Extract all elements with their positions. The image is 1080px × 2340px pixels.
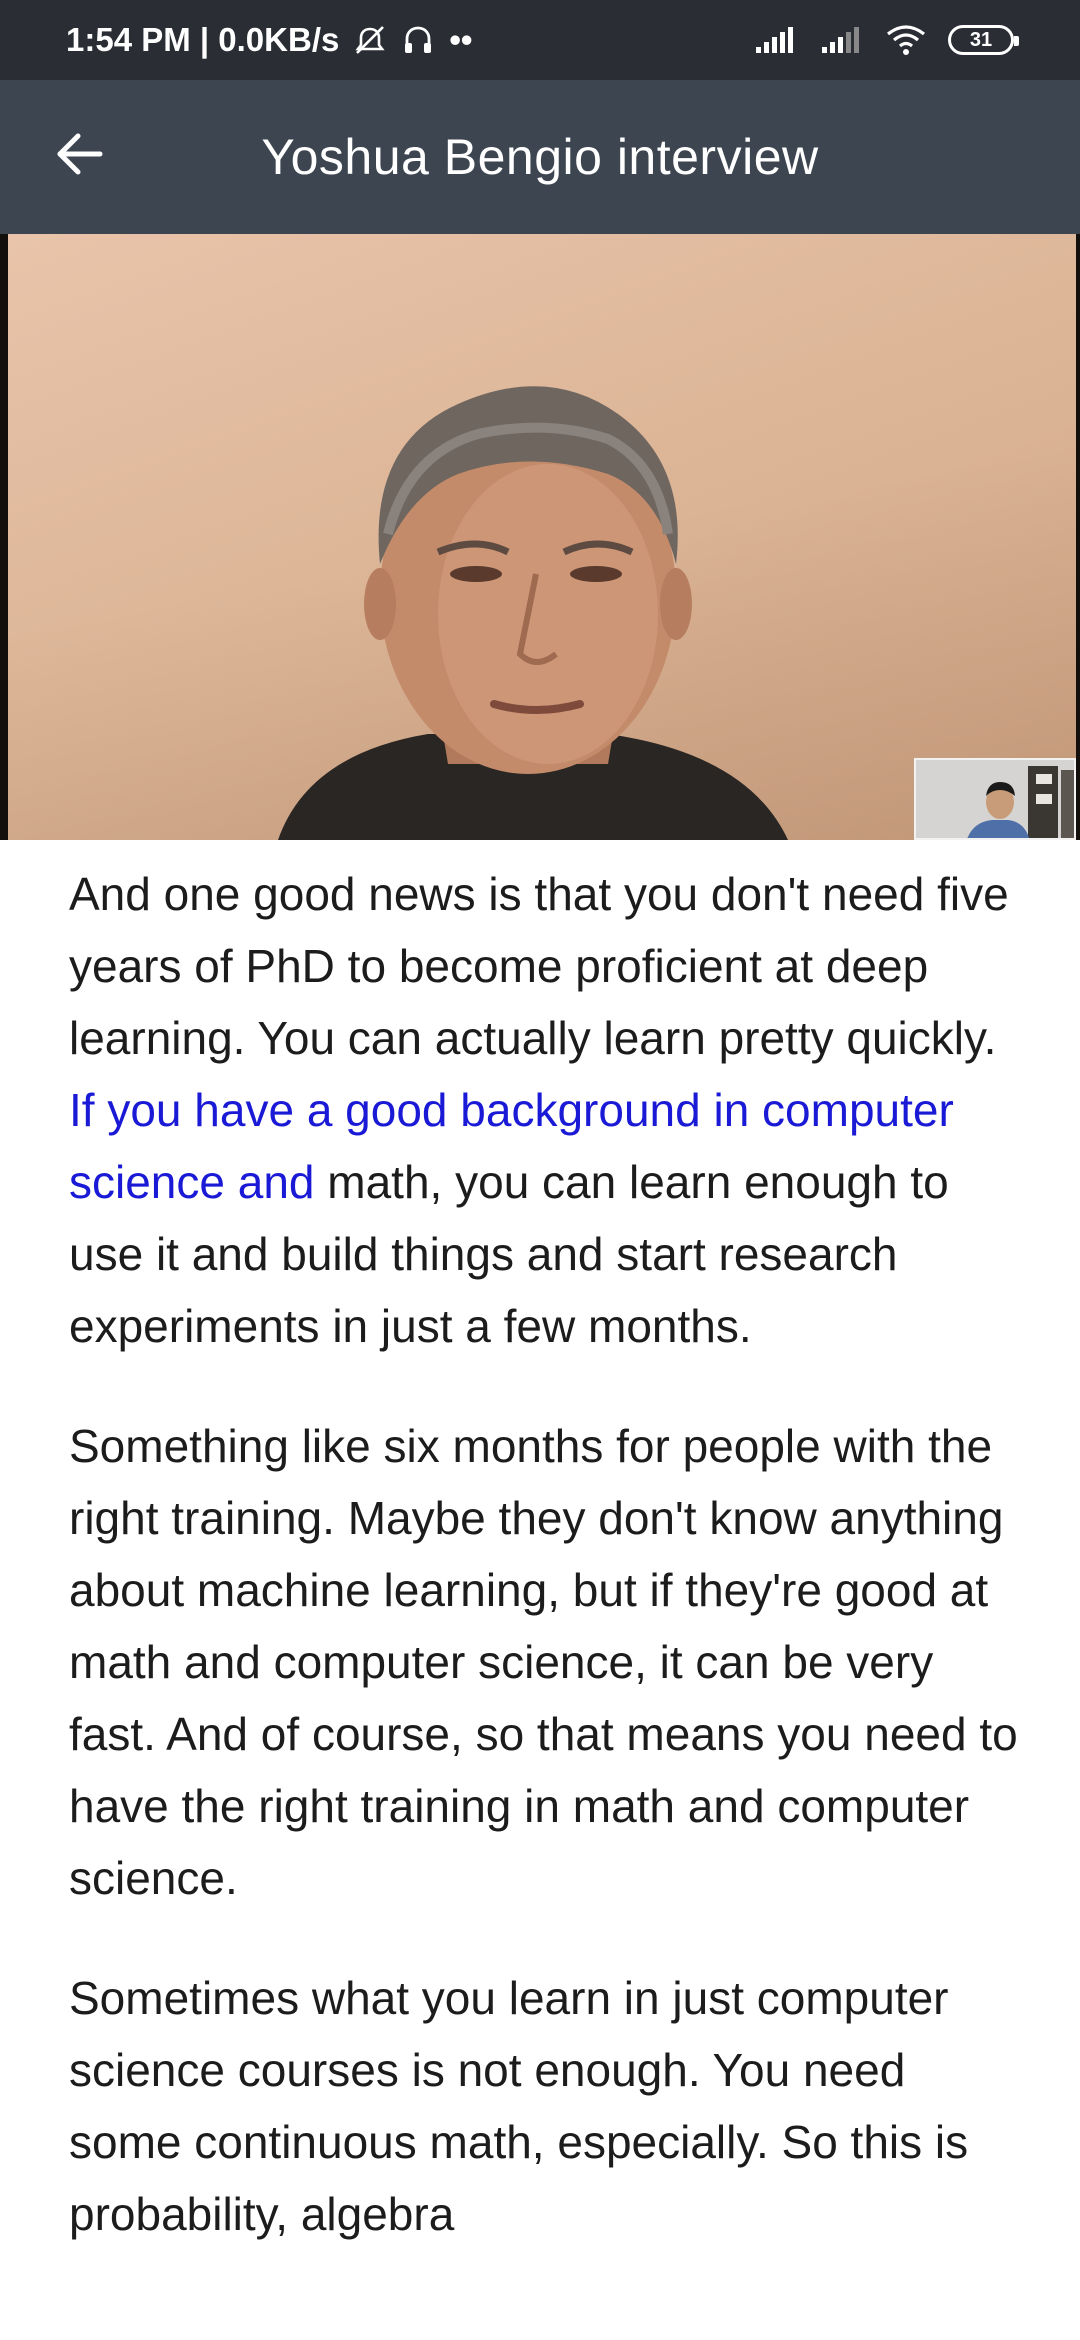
- status-dots: ••: [449, 21, 473, 58]
- signal-icon: [754, 25, 798, 55]
- status-left: 1:54 PM | 0.0KB/s ••: [66, 21, 472, 59]
- speaker-video: [278, 386, 788, 840]
- video-feed: [8, 234, 1076, 840]
- battery-icon: 31: [948, 25, 1019, 55]
- alarm-off-icon: [353, 23, 387, 57]
- status-bar: 1:54 PM | 0.0KB/s •• 31: [0, 0, 1080, 80]
- signal-icon: [820, 25, 864, 55]
- transcript-text: And one good news is that you don't need…: [69, 868, 1009, 1064]
- transcript-paragraph: Sometimes what you learn in just compute…: [69, 1962, 1029, 2250]
- status-right: 31: [754, 24, 1019, 56]
- transcript: And one good news is that you don't need…: [69, 858, 1029, 2298]
- status-time-speed: 1:54 PM | 0.0KB/s: [66, 21, 340, 58]
- transcript-paragraph: Something like six months for people wit…: [69, 1410, 1029, 1914]
- page-title: Yoshua Bengio interview: [261, 129, 819, 185]
- headphones-icon: [401, 23, 435, 57]
- pip-speaker: [916, 760, 1074, 838]
- transcript-text: Sometimes what you learn in just compute…: [69, 1972, 969, 2240]
- wifi-icon: [886, 24, 926, 56]
- transcript-paragraph: And one good news is that you don't need…: [69, 858, 1029, 1362]
- battery-level: 31: [969, 28, 993, 51]
- transcript-text: Something like six months for people wit…: [69, 1420, 1018, 1904]
- picture-in-picture-feed[interactable]: [914, 758, 1076, 840]
- app-bar: Yoshua Bengio interview: [0, 80, 1080, 234]
- video-player[interactable]: [0, 234, 1080, 840]
